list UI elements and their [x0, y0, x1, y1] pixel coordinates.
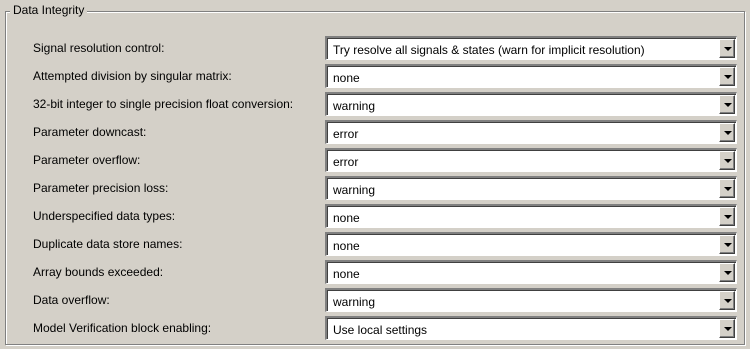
parameter-precision-loss-value: warning	[333, 183, 376, 197]
chevron-down-icon	[724, 327, 732, 331]
duplicate-data-store-names-dropdown[interactable]: none	[325, 232, 737, 256]
dropdown-button[interactable]	[719, 39, 735, 58]
row-int32-to-single-conversion: 32-bit integer to single precision float…	[0, 92, 750, 116]
chevron-down-icon	[724, 103, 732, 107]
parameter-overflow-dropdown[interactable]: error	[325, 148, 737, 172]
row-attempted-division-by-singular-matrix: Attempted division by singular matrix: n…	[0, 64, 750, 88]
dropdown-button[interactable]	[719, 123, 735, 142]
row-duplicate-data-store-names: Duplicate data store names: none	[0, 232, 750, 256]
parameter-downcast-value: error	[333, 127, 359, 141]
attempted-division-value: none	[333, 71, 360, 85]
row-parameter-downcast: Parameter downcast: error	[0, 120, 750, 144]
model-verification-block-enabling-value: Use local settings	[333, 323, 428, 337]
parameter-downcast-dropdown[interactable]: error	[325, 120, 737, 144]
chevron-down-icon	[724, 75, 732, 79]
array-bounds-exceeded-dropdown[interactable]: none	[325, 260, 737, 284]
chevron-down-icon	[724, 47, 732, 51]
groupbox-title: Data Integrity	[10, 3, 88, 17]
row-parameter-precision-loss: Parameter precision loss: warning	[0, 176, 750, 200]
duplicate-data-store-names-label: Duplicate data store names:	[33, 237, 183, 251]
chevron-down-icon	[724, 243, 732, 247]
dropdown-button[interactable]	[719, 95, 735, 114]
attempted-division-label: Attempted division by singular matrix:	[33, 69, 232, 83]
underspecified-data-types-dropdown[interactable]: none	[325, 204, 737, 228]
row-model-verification-block-enabling: Model Verification block enabling: Use l…	[0, 316, 750, 340]
dropdown-button[interactable]	[719, 263, 735, 282]
parameter-overflow-value: error	[333, 155, 359, 169]
dropdown-button[interactable]	[719, 151, 735, 170]
parameter-precision-loss-dropdown[interactable]: warning	[325, 176, 737, 200]
chevron-down-icon	[724, 215, 732, 219]
model-verification-block-enabling-label: Model Verification block enabling:	[33, 321, 212, 335]
row-data-overflow: Data overflow: warning	[0, 288, 750, 312]
row-signal-resolution-control: Signal resolution control: Try resolve a…	[0, 36, 750, 60]
chevron-down-icon	[724, 299, 732, 303]
parameter-overflow-label: Parameter overflow:	[33, 153, 141, 167]
int32-to-single-conversion-value: warning	[333, 99, 376, 113]
chevron-down-icon	[724, 131, 732, 135]
row-array-bounds-exceeded: Array bounds exceeded: none	[0, 260, 750, 284]
dropdown-button[interactable]	[719, 67, 735, 86]
data-overflow-value: warning	[333, 295, 376, 309]
signal-resolution-control-value: Try resolve all signals & states (warn f…	[333, 43, 645, 57]
data-overflow-dropdown[interactable]: warning	[325, 288, 737, 312]
parameter-downcast-label: Parameter downcast:	[33, 125, 147, 139]
data-overflow-label: Data overflow:	[33, 293, 110, 307]
chevron-down-icon	[724, 271, 732, 275]
signal-resolution-control-dropdown[interactable]: Try resolve all signals & states (warn f…	[325, 36, 737, 60]
duplicate-data-store-names-value: none	[333, 239, 360, 253]
int32-to-single-conversion-dropdown[interactable]: warning	[325, 92, 737, 116]
data-integrity-panel: Data Integrity Signal resolution control…	[0, 0, 750, 349]
row-underspecified-data-types: Underspecified data types: none	[0, 204, 750, 228]
array-bounds-exceeded-label: Array bounds exceeded:	[33, 265, 164, 279]
dropdown-button[interactable]	[719, 235, 735, 254]
int32-to-single-conversion-label: 32-bit integer to single precision float…	[33, 97, 294, 111]
chevron-down-icon	[724, 187, 732, 191]
dropdown-button[interactable]	[719, 291, 735, 310]
dropdown-button[interactable]	[719, 179, 735, 198]
underspecified-data-types-value: none	[333, 211, 360, 225]
dropdown-button[interactable]	[719, 319, 735, 338]
array-bounds-exceeded-value: none	[333, 267, 360, 281]
chevron-down-icon	[724, 159, 732, 163]
row-parameter-overflow: Parameter overflow: error	[0, 148, 750, 172]
dropdown-button[interactable]	[719, 207, 735, 226]
attempted-division-dropdown[interactable]: none	[325, 64, 737, 88]
signal-resolution-control-label: Signal resolution control:	[33, 41, 165, 55]
model-verification-block-enabling-dropdown[interactable]: Use local settings	[325, 316, 737, 340]
underspecified-data-types-label: Underspecified data types:	[33, 209, 176, 223]
parameter-precision-loss-label: Parameter precision loss:	[33, 181, 169, 195]
